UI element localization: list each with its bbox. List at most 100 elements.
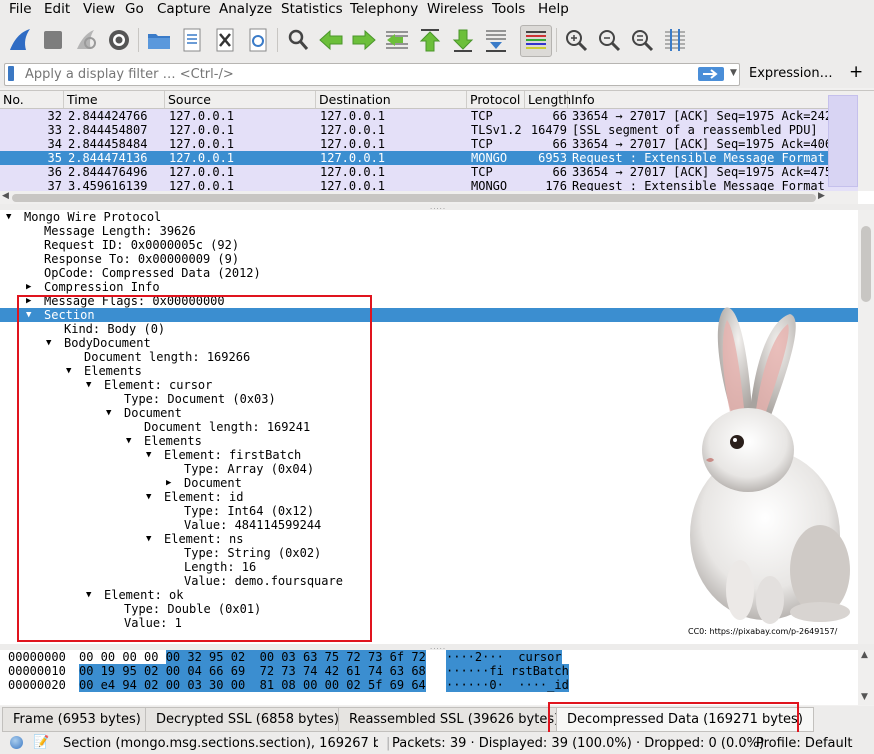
close-file-icon[interactable] xyxy=(211,26,239,54)
packet-cell-info: 33654 → 27017 [ACK] Seq=1975 Ack=242 xyxy=(572,109,828,123)
packet-row[interactable]: 34 2.844458484 127.0.0.1 127.0.0.1 TCP 66 3365… xyxy=(0,137,858,151)
status-packets: Packets: 39 · Displayed: 39 (100.0%) · D… xyxy=(392,736,765,751)
menu-capture[interactable]: Capture xyxy=(157,1,211,17)
column-header-no[interactable]: No. xyxy=(0,91,64,108)
packet-cell-proto: TLSv1.2 xyxy=(471,123,522,137)
tab-decrypted-ssl[interactable]: Decrypted SSL (6858 bytes) xyxy=(145,707,350,732)
shark-fin-start-icon[interactable] xyxy=(6,26,34,54)
autoscroll-icon[interactable] xyxy=(482,26,510,54)
packet-cell-no: 34 xyxy=(47,137,62,151)
hex-offset: 00000010 xyxy=(8,664,66,678)
zoom-out-icon[interactable] xyxy=(595,26,623,54)
options-gear-icon[interactable] xyxy=(105,26,133,54)
packet-row[interactable]: 35 2.844474136 127.0.0.1 127.0.0.1 MONGO 6953… xyxy=(0,151,858,165)
add-filter-button[interactable]: + xyxy=(849,62,863,82)
go-forward-icon[interactable] xyxy=(350,26,378,54)
menu-help[interactable]: Help xyxy=(538,1,569,17)
last-packet-icon[interactable] xyxy=(449,26,477,54)
packet-cell-len: 16479 xyxy=(530,123,567,137)
menu-edit[interactable]: Edit xyxy=(44,1,70,17)
menu-statistics[interactable]: Statistics xyxy=(281,1,343,17)
first-packet-icon[interactable] xyxy=(416,26,444,54)
hex-bytes-plain: 00 00 00 00 xyxy=(79,650,166,664)
main-toolbar xyxy=(0,20,874,60)
save-file-icon[interactable] xyxy=(178,26,206,54)
packet-cell-src: 127.0.0.1 xyxy=(169,123,235,137)
go-to-packet-icon[interactable] xyxy=(383,26,411,54)
restart-icon[interactable] xyxy=(72,26,100,54)
menu-file[interactable]: File xyxy=(9,1,32,17)
hex-bytes-highlighted: 00 e4 94 02 00 03 30 00 81 08 00 00 02 5… xyxy=(79,678,426,692)
apply-filter-arrow-icon[interactable] xyxy=(698,67,724,81)
menu-telephony[interactable]: Telephony xyxy=(350,1,418,17)
resize-columns-icon[interactable] xyxy=(661,26,689,54)
menu-analyze[interactable]: Analyze xyxy=(219,1,272,17)
tree-item[interactable]: ▶ Compression Info xyxy=(0,280,858,294)
tree-item[interactable]: Message Length: 39626 xyxy=(0,224,858,238)
menu-tools[interactable]: Tools xyxy=(492,1,525,17)
column-header-protocol[interactable]: Protocol xyxy=(467,91,525,108)
packet-cell-dst: 127.0.0.1 xyxy=(320,123,386,137)
packet-cell-dst: 127.0.0.1 xyxy=(320,137,386,151)
filter-bookmark-icon[interactable] xyxy=(8,66,14,81)
status-profile[interactable]: Profile: Default xyxy=(756,736,852,751)
tree-item-label: Compression Info xyxy=(44,280,160,294)
collapsed-arrow-icon[interactable]: ▶ xyxy=(26,280,31,294)
find-icon[interactable] xyxy=(284,26,312,54)
image-credit: CC0: https://pixabay.com/p-2649157/ xyxy=(688,627,838,636)
tree-item-label: Request ID: 0x0000005c (92) xyxy=(44,238,240,252)
packet-cell-no: 33 xyxy=(47,123,62,137)
rabbit-image xyxy=(690,307,850,624)
menu-go[interactable]: Go xyxy=(125,1,144,17)
display-filter-input[interactable] xyxy=(25,65,685,83)
reload-file-icon[interactable] xyxy=(244,26,272,54)
column-header-source[interactable]: Source xyxy=(165,91,316,108)
packet-row[interactable]: 36 2.844476496 127.0.0.1 127.0.0.1 TCP 66 3365… xyxy=(0,165,858,179)
ascii-bytes-highlighted: ······fi rstBatch xyxy=(446,664,569,678)
annotation-highlight-box xyxy=(17,295,372,642)
expression-button[interactable]: Expression… xyxy=(749,66,833,81)
menu-wireless[interactable]: Wireless xyxy=(427,1,484,17)
open-folder-icon[interactable] xyxy=(145,26,173,54)
packet-cell-no: 35 xyxy=(47,151,62,165)
packet-row[interactable]: 32 2.844424766 127.0.0.1 127.0.0.1 TCP 66 3365… xyxy=(0,109,858,123)
tree-item[interactable]: Request ID: 0x0000005c (92) xyxy=(0,238,858,252)
filter-dropdown-icon[interactable]: ▼ xyxy=(730,68,737,78)
packet-cell-no: 36 xyxy=(47,165,62,179)
tree-item-label: Response To: 0x00000009 (9) xyxy=(44,252,240,266)
tree-item[interactable]: Response To: 0x00000009 (9) xyxy=(0,252,858,266)
packet-row[interactable]: 33 2.844454807 127.0.0.1 127.0.0.1 TLSv1.2 16… xyxy=(0,123,858,137)
packet-cell-dst: 127.0.0.1 xyxy=(320,109,386,123)
column-header-info[interactable]: Info xyxy=(568,91,858,108)
hex-bytes-highlighted: 00 19 95 02 00 04 66 69 72 73 74 42 61 7… xyxy=(79,664,426,678)
edit-comment-icon[interactable]: 📝 xyxy=(33,735,49,750)
tree-item[interactable]: OpCode: Compressed Data (2012) xyxy=(0,266,858,280)
packet-list-scroll-thumb[interactable] xyxy=(828,95,858,187)
packet-cell-info: Request : Extensible Message Format xyxy=(572,151,825,165)
colorize-icon[interactable] xyxy=(520,25,552,57)
go-back-icon[interactable] xyxy=(317,26,345,54)
details-scroll-thumb[interactable] xyxy=(861,226,871,302)
stop-icon[interactable] xyxy=(39,26,67,54)
normal-size-icon[interactable] xyxy=(628,26,656,54)
packet-cell-src: 127.0.0.1 xyxy=(169,109,235,123)
column-header-destination[interactable]: Destination xyxy=(316,91,467,108)
packet-list-hscrollbar[interactable]: ◀ ▶ xyxy=(0,191,858,205)
column-header-time[interactable]: Time xyxy=(64,91,165,108)
status-field-info: Section (mongo.msg.sections.section), 16… xyxy=(63,736,378,751)
bytes-vscrollbar[interactable]: ▲ ▼ xyxy=(858,650,874,705)
packet-list-vscrollbar[interactable] xyxy=(858,91,874,191)
expanded-arrow-icon[interactable]: ▼ xyxy=(6,210,11,224)
packet-cell-proto: TCP xyxy=(471,165,493,179)
column-header-length[interactable]: Length xyxy=(525,91,571,108)
tree-item-label: Message Length: 39626 xyxy=(44,224,196,238)
hex-bytes-highlighted: 00 32 95 02 00 03 63 75 72 73 6f 72 xyxy=(165,650,426,664)
annotation-highlight-box-tab xyxy=(548,702,799,736)
expert-info-icon[interactable] xyxy=(10,736,23,749)
tab-reassembled-ssl[interactable]: Reassembled SSL (39626 bytes) xyxy=(338,707,571,732)
packet-cell-len: 66 xyxy=(552,165,567,179)
tab-frame[interactable]: Frame (6953 bytes) xyxy=(2,707,152,732)
tree-item[interactable]: ▼ Mongo Wire Protocol xyxy=(0,210,858,224)
menu-view[interactable]: View xyxy=(83,1,115,17)
zoom-in-icon[interactable] xyxy=(562,26,590,54)
